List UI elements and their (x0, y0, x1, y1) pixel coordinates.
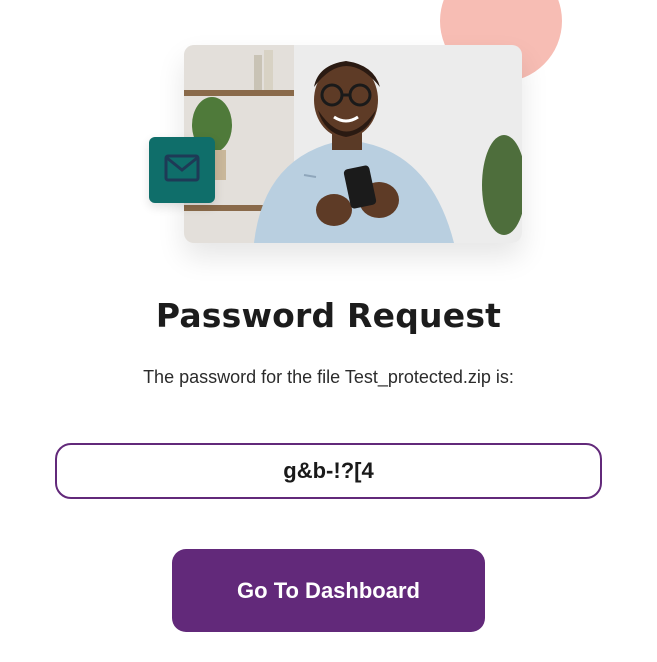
hero-photo (184, 45, 522, 243)
password-message: The password for the file Test_protected… (143, 367, 514, 387)
mail-badge (149, 137, 215, 203)
password-value[interactable]: g&b-!?[4 (283, 458, 373, 484)
password-display[interactable]: g&b-!?[4 (55, 443, 602, 499)
hero-illustration (0, 0, 657, 260)
mail-icon (164, 154, 200, 187)
go-to-dashboard-button[interactable]: Go To Dashboard (172, 549, 485, 632)
page-title: Password Request (155, 296, 502, 335)
